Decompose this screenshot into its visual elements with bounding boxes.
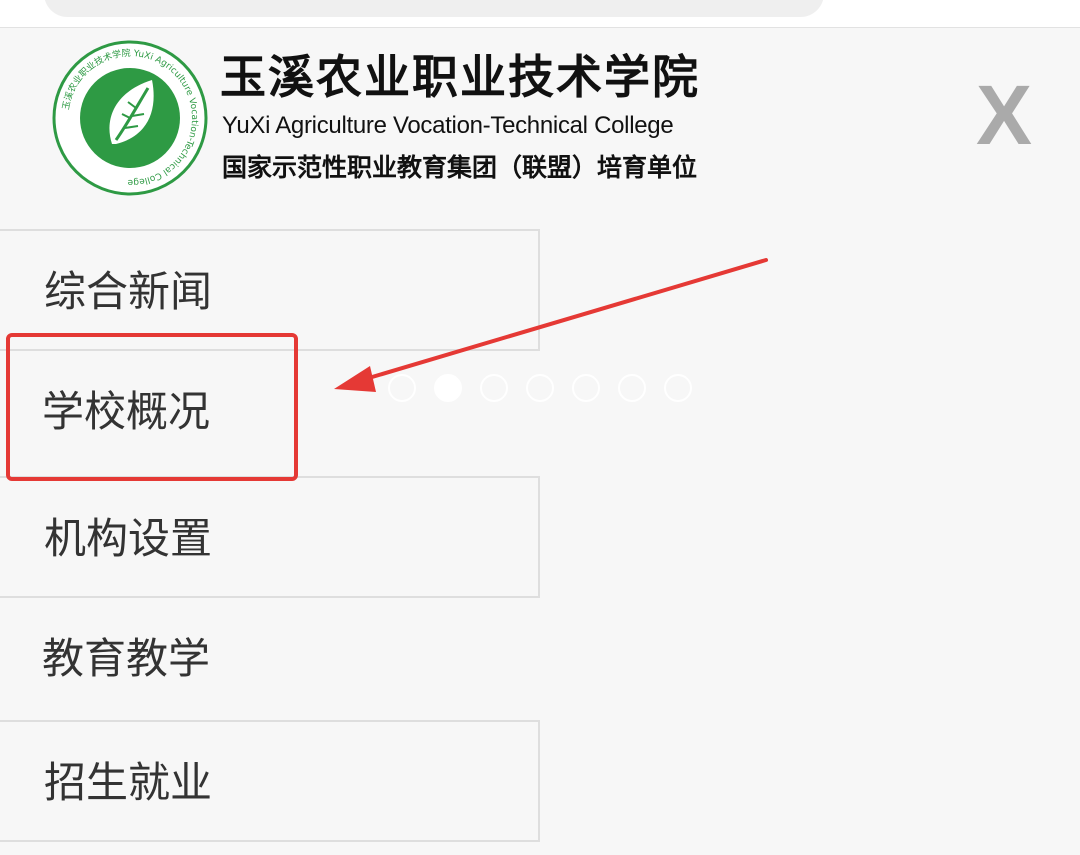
college-name-chinese: 玉溪农业职业技术学院	[220, 50, 700, 104]
slider-dot[interactable]	[664, 374, 692, 402]
menu-item-school-overview[interactable]: 学校概况	[0, 351, 540, 473]
top-bar	[0, 0, 1080, 28]
slider-dot[interactable]	[572, 374, 600, 402]
menu-item-education-teaching[interactable]: 教育教学	[0, 598, 540, 720]
menu-item-comprehensive-news[interactable]: 综合新闻	[0, 229, 540, 351]
college-name-english: YuXi Agriculture Vocation-Technical Coll…	[222, 112, 674, 139]
menu-item-admissions-employment[interactable]: 招生就业	[0, 720, 540, 842]
college-subtitle: 国家示范性职业教育集团（联盟）培育单位	[222, 153, 698, 182]
close-icon[interactable]: X	[966, 70, 1042, 160]
slider-dot[interactable]	[526, 374, 554, 402]
slider-dot-active[interactable]	[434, 374, 462, 402]
menu-item-organization[interactable]: 机构设置	[0, 476, 540, 598]
leaf-emblem-icon: 玉溪农业职业技术学院 YuXi Agriculture Vocation-Tec…	[52, 40, 208, 196]
mobile-menu-page: 玉溪农业职业技术学院 YuXi Agriculture Vocation-Tec…	[0, 0, 1080, 855]
slider-dot[interactable]	[618, 374, 646, 402]
slider-dot[interactable]	[388, 374, 416, 402]
slider-dot[interactable]	[480, 374, 508, 402]
search-bar[interactable]	[44, 0, 824, 17]
